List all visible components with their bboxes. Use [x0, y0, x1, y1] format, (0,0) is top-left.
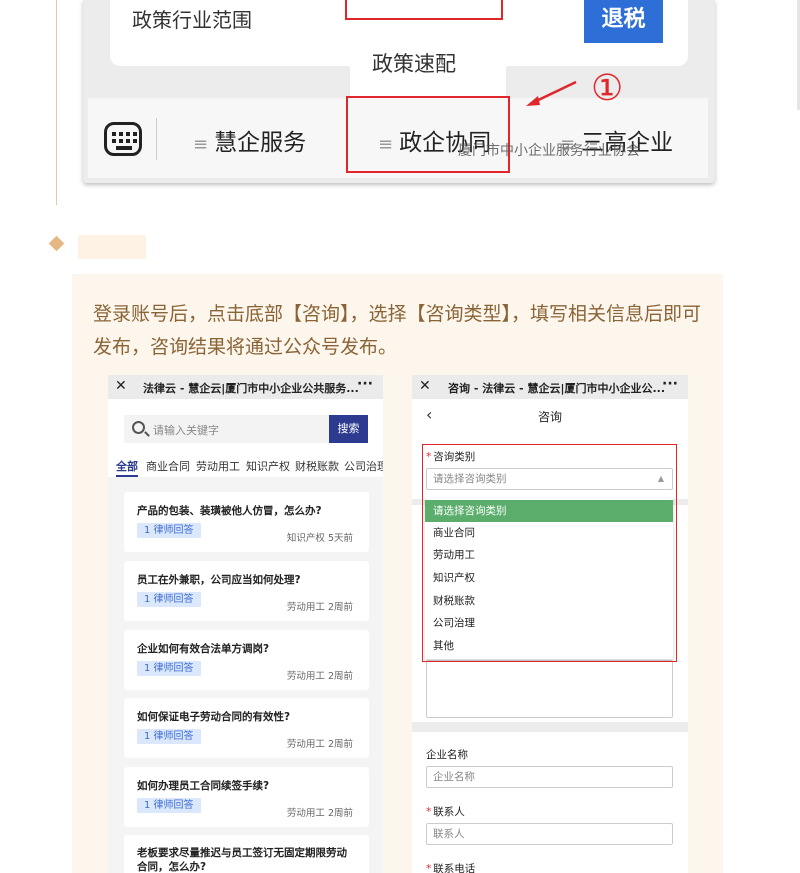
tab-commercial-contract[interactable]: 商业合同: [146, 458, 190, 474]
question-card[interactable]: 企业如何有效合法单方调岗? 1 律师回答 劳动用工 2周前: [124, 630, 369, 690]
menu-item-smart-service[interactable]: ≡ 慧企服务: [193, 123, 306, 157]
question-text: 老板要求尽量推迟与员工签订无固定期限劳动合同，怎么办?: [137, 847, 347, 873]
step-title-highlight: [78, 235, 146, 259]
close-icon[interactable]: ✕: [115, 378, 127, 394]
answer-badge: 1 律师回答: [137, 661, 201, 676]
required-mark: *: [426, 806, 432, 818]
answer-badge: 1 律师回答: [137, 592, 201, 607]
contact-label: * 联系人: [426, 804, 465, 819]
window-title: 咨询 - 法律云 - 慧企云|厦门市中小企业公...: [448, 382, 666, 395]
required-mark: *: [426, 863, 432, 873]
tab-all[interactable]: 全部: [116, 458, 138, 477]
keyboard-icon[interactable]: [104, 122, 142, 156]
question-card[interactable]: 产品的包装、装璜被他人仿冒，怎么办? 1 律师回答 知识产权 5天前: [124, 492, 369, 552]
search-icon: [132, 421, 145, 434]
timeline-line: [56, 0, 57, 205]
window-title-bar: ✕ 咨询 - 法律云 - 慧企云|厦门市中小企业公... ···: [412, 375, 688, 399]
highlight-box-consult-type: [422, 444, 677, 662]
question-meta: 劳动用工 2周前: [286, 808, 353, 819]
tab-labor[interactable]: 劳动用工: [196, 458, 240, 474]
question-meta: 知识产权 5天前: [286, 533, 353, 544]
annotation-number: ①: [591, 68, 624, 109]
phone-label-text: 联系电话: [433, 863, 476, 873]
phone-label: * 联系电话: [426, 861, 475, 873]
consult-content-textarea[interactable]: [426, 660, 673, 718]
question-meta: 劳动用工 2周前: [286, 671, 353, 682]
section-divider: [412, 722, 688, 732]
question-text: 如何办理员工合同续签手续?: [137, 780, 270, 792]
answer-badge: 1 律师回答: [137, 729, 201, 744]
question-card[interactable]: 老板要求尽量推迟与员工签订无固定期限劳动合同，怎么办?: [124, 835, 369, 873]
step-instruction: 登录账号后，点击底部【咨询】，选择【咨询类型】，填写相关信息后即可发布，咨询结果…: [93, 303, 702, 358]
highlight-box-gov-collab: [346, 96, 510, 173]
company-label: 企业名称: [426, 749, 468, 761]
tax-refund-button[interactable]: 退税: [584, 0, 663, 43]
question-text: 如何保证电子劳动合同的有效性?: [137, 711, 291, 723]
menu-divider: [156, 118, 157, 160]
question-meta: 劳动用工 2周前: [286, 739, 353, 750]
question-card[interactable]: 如何办理员工合同续签手续? 1 律师回答 劳动用工 2周前: [124, 767, 369, 827]
search-placeholder: 请输入关键字: [153, 424, 219, 437]
close-icon[interactable]: ✕: [419, 378, 431, 394]
tab-tax[interactable]: 财税账款: [295, 458, 339, 474]
question-meta: 劳动用工 2周前: [286, 602, 353, 613]
answer-badge: 1 律师回答: [137, 523, 201, 538]
question-card[interactable]: 员工在外兼职，公司应当如何处理? 1 律师回答 劳动用工 2周前: [124, 561, 369, 621]
window-title-bar: ✕ 法律云 - 慧企云|厦门市中小企业公共服务... ···: [108, 375, 383, 399]
contact-label-text: 联系人: [433, 806, 465, 818]
watermark: 厦门市中小企业服务行业协会: [458, 143, 640, 159]
category-tabs: 全部 商业合同 劳动用工 知识产权 财税账款 公司治理: [108, 451, 383, 477]
contact-input[interactable]: 联系人: [426, 823, 673, 845]
question-text: 员工在外兼职，公司应当如何处理?: [137, 574, 301, 586]
page-title: 咨询: [537, 410, 562, 424]
nav-bar: ‹ 咨询: [412, 399, 688, 431]
more-icon[interactable]: ···: [662, 376, 678, 392]
menu-item-label: 慧企服务: [214, 130, 307, 156]
search-button[interactable]: 搜索: [329, 415, 368, 443]
tab-ip[interactable]: 知识产权: [246, 458, 290, 474]
question-text: 企业如何有效合法单方调岗?: [137, 643, 270, 655]
question-text: 产品的包装、装璜被他人仿冒，怎么办?: [137, 505, 322, 517]
question-card[interactable]: 如何保证电子劳动合同的有效性? 1 律师回答 劳动用工 2周前: [124, 698, 369, 758]
menu-list-icon: ≡: [193, 134, 209, 155]
policy-range-label: 政策行业范围: [132, 8, 252, 32]
answer-badge: 1 律师回答: [137, 798, 201, 813]
tab-governance[interactable]: 公司治理: [344, 458, 383, 474]
timeline-diamond-icon: [48, 235, 65, 252]
annotation-arrow-icon: [526, 80, 577, 106]
company-name-input[interactable]: 企业名称: [426, 766, 673, 788]
submenu-item-policy-match[interactable]: 政策速配: [372, 48, 456, 78]
more-icon[interactable]: ···: [357, 376, 373, 392]
highlight-box-upper: [345, 0, 503, 20]
legal-cloud-list-screenshot: ✕ 法律云 - 慧企云|厦门市中小企业公共服务... ··· 请输入关键字 搜索…: [108, 375, 383, 873]
window-title: 法律云 - 慧企云|厦门市中小企业公共服务...: [143, 382, 359, 395]
